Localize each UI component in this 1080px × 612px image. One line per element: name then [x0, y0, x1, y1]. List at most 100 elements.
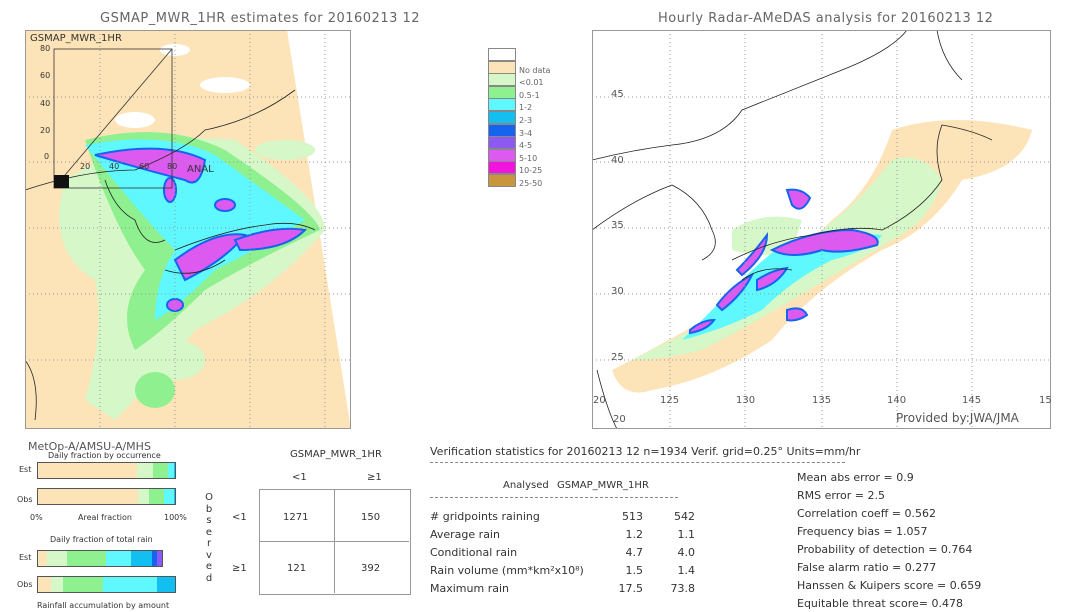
lon-tick: 145 [962, 395, 982, 406]
axis-right: 100% [164, 513, 187, 522]
lon-tick: 140 [887, 395, 907, 406]
lat-tick: 20 [613, 414, 626, 425]
axis-left: 0% [30, 513, 43, 522]
inset-x-tick: 20 [80, 162, 91, 171]
legend-item: No data [488, 60, 568, 75]
total-est-segment [38, 551, 47, 566]
inset-label: GSMAP_MWR_1HR [30, 33, 122, 44]
total-est-segment [46, 551, 67, 566]
score-line: Frequency bias = 1.057 [797, 525, 928, 538]
occurrence-obs-segment [173, 489, 175, 504]
occurrence-obs-segment [138, 489, 149, 504]
observed-letter: O [205, 492, 213, 503]
left-map [25, 30, 351, 429]
occurrence-obs-segment [164, 489, 174, 504]
accum-title: Rainfall accumulation by amount [37, 601, 170, 610]
lon-tick: 130 [736, 395, 756, 406]
total-obs-segment [103, 577, 158, 592]
total-est-segment [131, 551, 153, 566]
cell-obs-lt-est-lt: 1271 [283, 512, 309, 523]
inset-y-tick: 20 [40, 126, 51, 135]
total-title: Daily fraction of total rain [50, 535, 153, 544]
occurrence-obs-segment [38, 489, 138, 504]
axis-mid: Areal fraction [78, 513, 132, 522]
legend-item: 1-2 [488, 98, 568, 112]
stat-gsmap: 73.8 [670, 582, 696, 595]
lon-tick: 15 [1039, 395, 1052, 406]
legend-swatch [488, 111, 516, 124]
total-est-bar [37, 550, 163, 567]
occurrence-obs-segment [148, 489, 165, 504]
lon-tick: 125 [660, 395, 680, 406]
observed-letter: v [206, 549, 212, 561]
score-line: Mean abs error = 0.9 [797, 471, 914, 484]
occurrence-est-segment [153, 463, 169, 478]
score-line: Correlation coeff = 0.562 [797, 507, 936, 520]
legend-item: 25-50 [488, 174, 568, 188]
left-map-title: GSMAP_MWR_1HR estimates for 20160213 12 [100, 11, 421, 26]
total-obs-segment [62, 577, 104, 592]
grid-line [259, 541, 409, 542]
lat-tick: 30 [611, 286, 624, 297]
legend-item: 4-5 [488, 136, 568, 150]
lon-tick: 135 [812, 395, 832, 406]
occurrence-obs-bar [37, 488, 176, 505]
occurrence-title: Daily fraction by occurrence [48, 451, 161, 460]
row-ge: ≥1 [232, 563, 247, 574]
legend-swatch [488, 73, 516, 87]
inset-y-tick: 60 [40, 71, 51, 80]
observed-label: Observed [204, 492, 214, 584]
legend-label: 25-50 [519, 179, 543, 188]
legend-swatch [488, 174, 516, 187]
total-obs-segment [50, 577, 63, 592]
stat-label: Maximum rain [430, 582, 509, 595]
divider [430, 462, 845, 463]
stat-label: Conditional rain [430, 546, 518, 559]
occurrence-est-segment [136, 463, 154, 478]
legend-swatch [488, 60, 516, 74]
stat-gsmap: 1.1 [677, 528, 696, 541]
observed-letter: e [205, 561, 213, 572]
col-gsmap: GSMAP_MWR_1HR [557, 480, 649, 491]
stat-analysed: 17.5 [618, 582, 644, 595]
observed-letter: e [205, 526, 213, 538]
score-line: Probability of detection = 0.764 [797, 543, 973, 556]
observed-letter: b [205, 503, 213, 515]
obs-label: Obs [17, 580, 33, 589]
score-line: False alarm ratio = 0.277 [797, 561, 937, 574]
stat-analysed: 4.7 [625, 546, 644, 559]
occurrence-est-segment [173, 463, 175, 478]
legend-swatch [488, 161, 516, 175]
row-lt: <1 [232, 512, 247, 523]
stat-analysed: 1.2 [625, 528, 644, 541]
inset-x-tick: 40 [109, 162, 120, 171]
stat-label: # gridpoints raining [430, 510, 540, 523]
lat-tick: 40 [611, 155, 624, 166]
contingency-grid [259, 489, 411, 595]
total-obs-segment [38, 577, 51, 592]
col-analysed: Analysed [503, 480, 549, 491]
lat-tick: 45 [611, 89, 624, 100]
stat-label: Rain volume (mm*km²x10⁸) [430, 564, 584, 577]
legend-swatch [488, 98, 516, 112]
legend-item: 0.5-1 [488, 85, 568, 100]
legend-item: 10-25 [488, 161, 568, 175]
occurrence-est-bar [37, 462, 176, 479]
divider [430, 497, 678, 498]
stat-gsmap: 1.4 [677, 564, 696, 577]
legend-item: <0.01 [488, 73, 568, 87]
est-label: Est [19, 553, 32, 562]
legend-item [488, 48, 568, 61]
inset-y-tick: 80 [40, 44, 51, 53]
right-map [592, 30, 1051, 429]
cell-obs-ge-est-lt: 121 [287, 563, 307, 574]
inset-x-label: ANAL [187, 164, 214, 175]
stat-analysed: 513 [622, 510, 643, 523]
total-obs-bar [37, 576, 176, 593]
lon-tick: 20 [593, 395, 606, 406]
legend-swatch [488, 123, 516, 137]
legend-swatch [488, 136, 516, 150]
obs-label: Obs [17, 495, 33, 504]
score-line: RMS error = 2.5 [797, 489, 885, 502]
right-map-title: Hourly Radar-AMeDAS analysis for 2016021… [658, 11, 994, 26]
